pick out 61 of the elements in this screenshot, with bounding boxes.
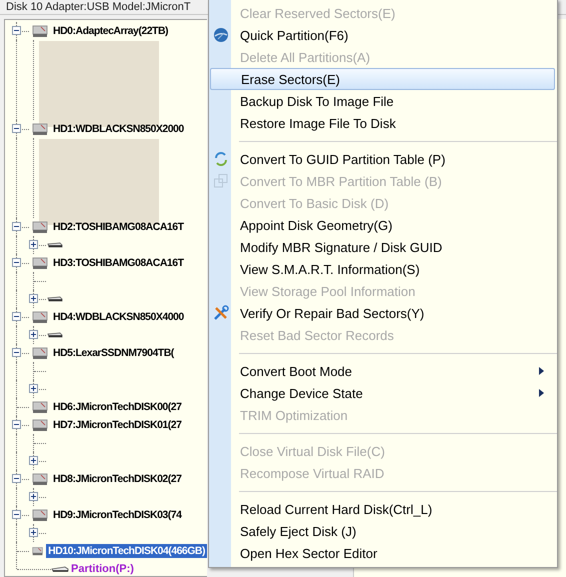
menu-item[interactable]: Verify Or Repair Bad Sectors(Y)	[209, 302, 557, 324]
hard-drive-icon	[32, 471, 48, 487]
disk-tree-item[interactable]: HD1:WDBLACKSN850X2000	[51, 122, 186, 136]
collapse-icon[interactable]	[12, 474, 21, 483]
menu-item[interactable]: Convert Boot Mode	[209, 360, 557, 382]
disk-tree-item[interactable]: HD0:AdaptecArray(22TB)	[51, 24, 170, 38]
collapse-icon[interactable]	[12, 420, 21, 429]
volume-icon	[47, 241, 63, 249]
disk-tree-item[interactable]: HD10:JMicronTechDISK04(466GB)	[46, 544, 207, 558]
menu-item[interactable]: Convert To GUID Partition Table (P)	[209, 148, 557, 170]
expand-icon[interactable]	[29, 492, 38, 501]
expand-icon[interactable]	[29, 528, 38, 537]
partition-icon	[51, 564, 69, 574]
collapse-icon[interactable]	[12, 258, 21, 267]
menu-item[interactable]: Backup Disk To Image File	[209, 90, 557, 112]
collapse-icon[interactable]	[12, 124, 21, 133]
squares-icon	[213, 173, 229, 189]
collapse-icon[interactable]	[12, 510, 21, 519]
menu-item[interactable]: View S.M.A.R.T. Information(S)	[209, 258, 557, 280]
collapse-icon[interactable]	[12, 348, 21, 357]
menu-item[interactable]: Safely Eject Disk (J)	[209, 520, 557, 542]
hard-drive-icon	[32, 255, 48, 271]
hard-drive-icon	[32, 417, 48, 433]
hard-drive-icon	[32, 23, 48, 39]
expand-icon[interactable]	[29, 240, 38, 249]
globe-icon	[213, 27, 229, 43]
disk-tree-item[interactable]: HD9:JMicronTechDISK03(74	[51, 508, 184, 522]
hard-drive-icon	[32, 309, 48, 325]
hard-drive-icon	[32, 219, 48, 235]
collapse-icon[interactable]	[12, 26, 21, 35]
partition-item[interactable]: Partition(P:)	[71, 563, 134, 575]
tools-icon	[213, 305, 229, 321]
expand-icon[interactable]	[29, 384, 38, 393]
menu-item[interactable]: Appoint Disk Geometry(G)	[209, 214, 557, 236]
disk-tree-item[interactable]: HD6:JMicronTechDISK00(27	[51, 400, 184, 414]
volume-icon	[47, 295, 63, 303]
menu-item[interactable]: Restore Image File To Disk	[209, 112, 557, 134]
hard-drive-icon	[32, 345, 48, 361]
expand-icon[interactable]	[29, 330, 38, 339]
expand-icon[interactable]	[29, 456, 38, 465]
collapse-icon[interactable]	[12, 312, 21, 321]
hard-drive-icon	[32, 121, 48, 137]
disk-tree-item[interactable]: HD7:JMicronTechDISK01(27	[51, 418, 184, 432]
disk-tree-item[interactable]: HD5:LexarSSDNM7904TB(	[51, 346, 176, 360]
disk-tree-item[interactable]: HD8:JMicronTechDISK02(27	[51, 472, 184, 486]
volume-icon	[47, 331, 63, 339]
menu-item[interactable]: Reload Current Hard Disk(Ctrl_L)	[209, 498, 557, 520]
collapse-icon[interactable]	[12, 222, 21, 231]
disk-info-text: Disk 10 Adapter:USB Model:JMicronT	[6, 1, 192, 13]
hard-drive-icon	[32, 399, 48, 415]
refresh-icon	[213, 151, 229, 167]
disk-tree-item[interactable]: HD3:TOSHIBAMG08ACA16T	[51, 256, 186, 270]
menu-item[interactable]: Change Device State	[209, 382, 557, 404]
menu-item[interactable]: Modify MBR Signature / Disk GUID	[209, 236, 557, 258]
disk-tree-item[interactable]: HD4:WDBLACKSN850X4000	[51, 310, 186, 324]
menu-item[interactable]: Open Hex Sector Editor	[209, 542, 557, 564]
hard-drive-icon	[32, 507, 48, 523]
expand-icon[interactable]	[29, 294, 38, 303]
menu-item[interactable]: Erase Sectors(E)	[210, 68, 555, 90]
disk-tree-item[interactable]: HD2:TOSHIBAMG08ACA16T	[51, 220, 186, 234]
menu-item[interactable]: Quick Partition(F6)	[209, 24, 557, 46]
